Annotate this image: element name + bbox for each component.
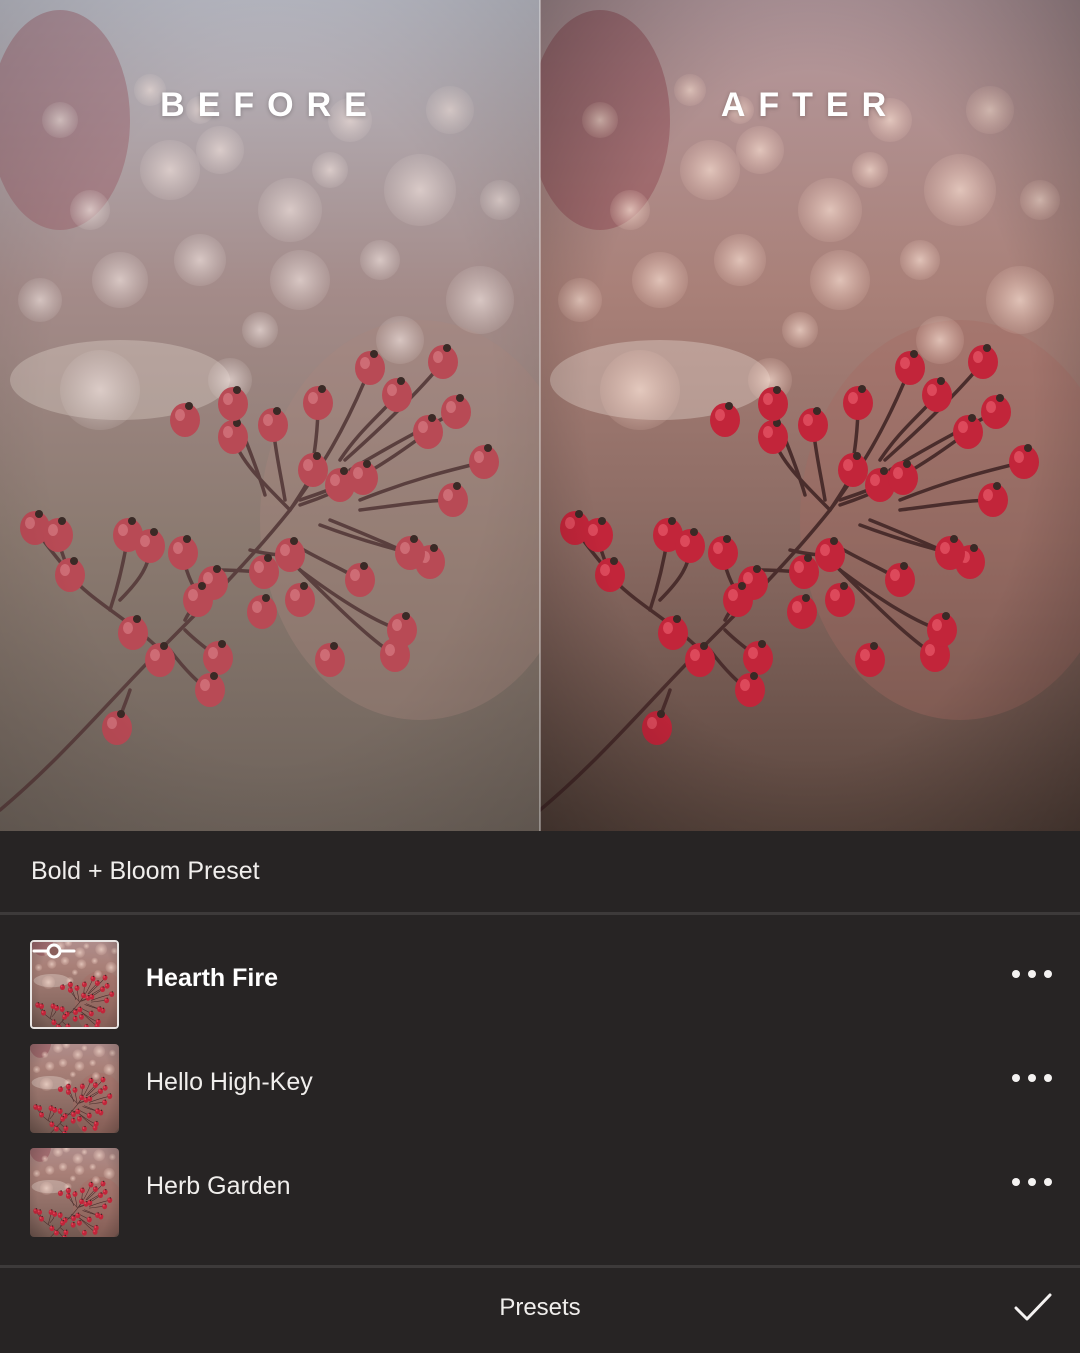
more-horizontal-icon[interactable] bbox=[1012, 962, 1052, 986]
more-horizontal-icon[interactable] bbox=[1012, 1066, 1052, 1090]
after-label: AFTER bbox=[540, 86, 1080, 125]
preset-list: Hearth Fire Hello High-Key Herb Garden bbox=[0, 915, 1080, 1265]
preset-item-hello-high-key[interactable]: Hello High-Key bbox=[0, 1044, 1080, 1148]
preset-thumbnail-image bbox=[30, 1148, 119, 1237]
preset-thumbnail[interactable] bbox=[30, 940, 119, 1029]
before-label: BEFORE bbox=[0, 86, 540, 125]
preset-name: Hello High-Key bbox=[146, 1068, 313, 1097]
preset-thumbnail[interactable] bbox=[30, 1148, 119, 1237]
preset-item-hearth-fire[interactable]: Hearth Fire bbox=[0, 940, 1080, 1044]
before-after-comparison: BEFORE AFTER bbox=[0, 0, 1080, 831]
before-photo: BEFORE bbox=[0, 0, 540, 831]
comparison-divider[interactable] bbox=[539, 0, 541, 831]
after-photo: AFTER bbox=[540, 0, 1080, 831]
preset-group-header[interactable]: Bold + Bloom Preset bbox=[0, 831, 1080, 915]
preset-group-title: Bold + Bloom Preset bbox=[31, 857, 260, 886]
more-horizontal-icon[interactable] bbox=[1012, 1170, 1052, 1194]
bottom-bar: Presets bbox=[0, 1265, 1080, 1353]
preset-item-herb-garden[interactable]: Herb Garden bbox=[0, 1148, 1080, 1252]
slider-icon[interactable] bbox=[32, 942, 76, 960]
preset-name: Herb Garden bbox=[146, 1172, 291, 1201]
preset-name: Hearth Fire bbox=[146, 964, 278, 993]
bottom-bar-title[interactable]: Presets bbox=[0, 1294, 1080, 1322]
preset-thumbnail[interactable] bbox=[30, 1044, 119, 1133]
checkmark-icon[interactable] bbox=[1014, 1292, 1052, 1322]
preset-thumbnail-image bbox=[30, 1044, 119, 1133]
